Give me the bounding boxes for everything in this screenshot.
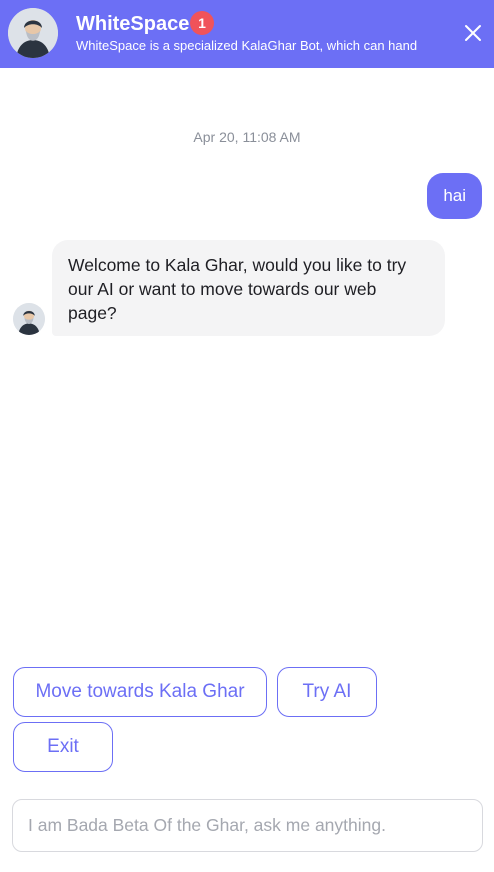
- bot-avatar-icon: [8, 8, 58, 58]
- bot-message-avatar-icon: [13, 303, 45, 335]
- user-message: hai: [427, 173, 482, 219]
- chat-header: WhiteSpace 1 WhiteSpace is a specialized…: [0, 0, 494, 68]
- bot-description: WhiteSpace is a specialized KalaGhar Bot…: [76, 38, 418, 53]
- close-icon[interactable]: [462, 22, 484, 44]
- message-timestamp: Apr 20, 11:08 AM: [193, 129, 301, 145]
- bot-message: Welcome to Kala Ghar, would you like to …: [52, 240, 445, 336]
- exit-button[interactable]: Exit: [13, 722, 113, 772]
- move-towards-kala-ghar-button[interactable]: Move towards Kala Ghar: [13, 667, 267, 717]
- try-ai-button[interactable]: Try AI: [277, 667, 377, 717]
- chat-input[interactable]: [12, 799, 483, 852]
- notification-badge: 1: [190, 11, 214, 35]
- bot-name: WhiteSpace: [76, 13, 190, 35]
